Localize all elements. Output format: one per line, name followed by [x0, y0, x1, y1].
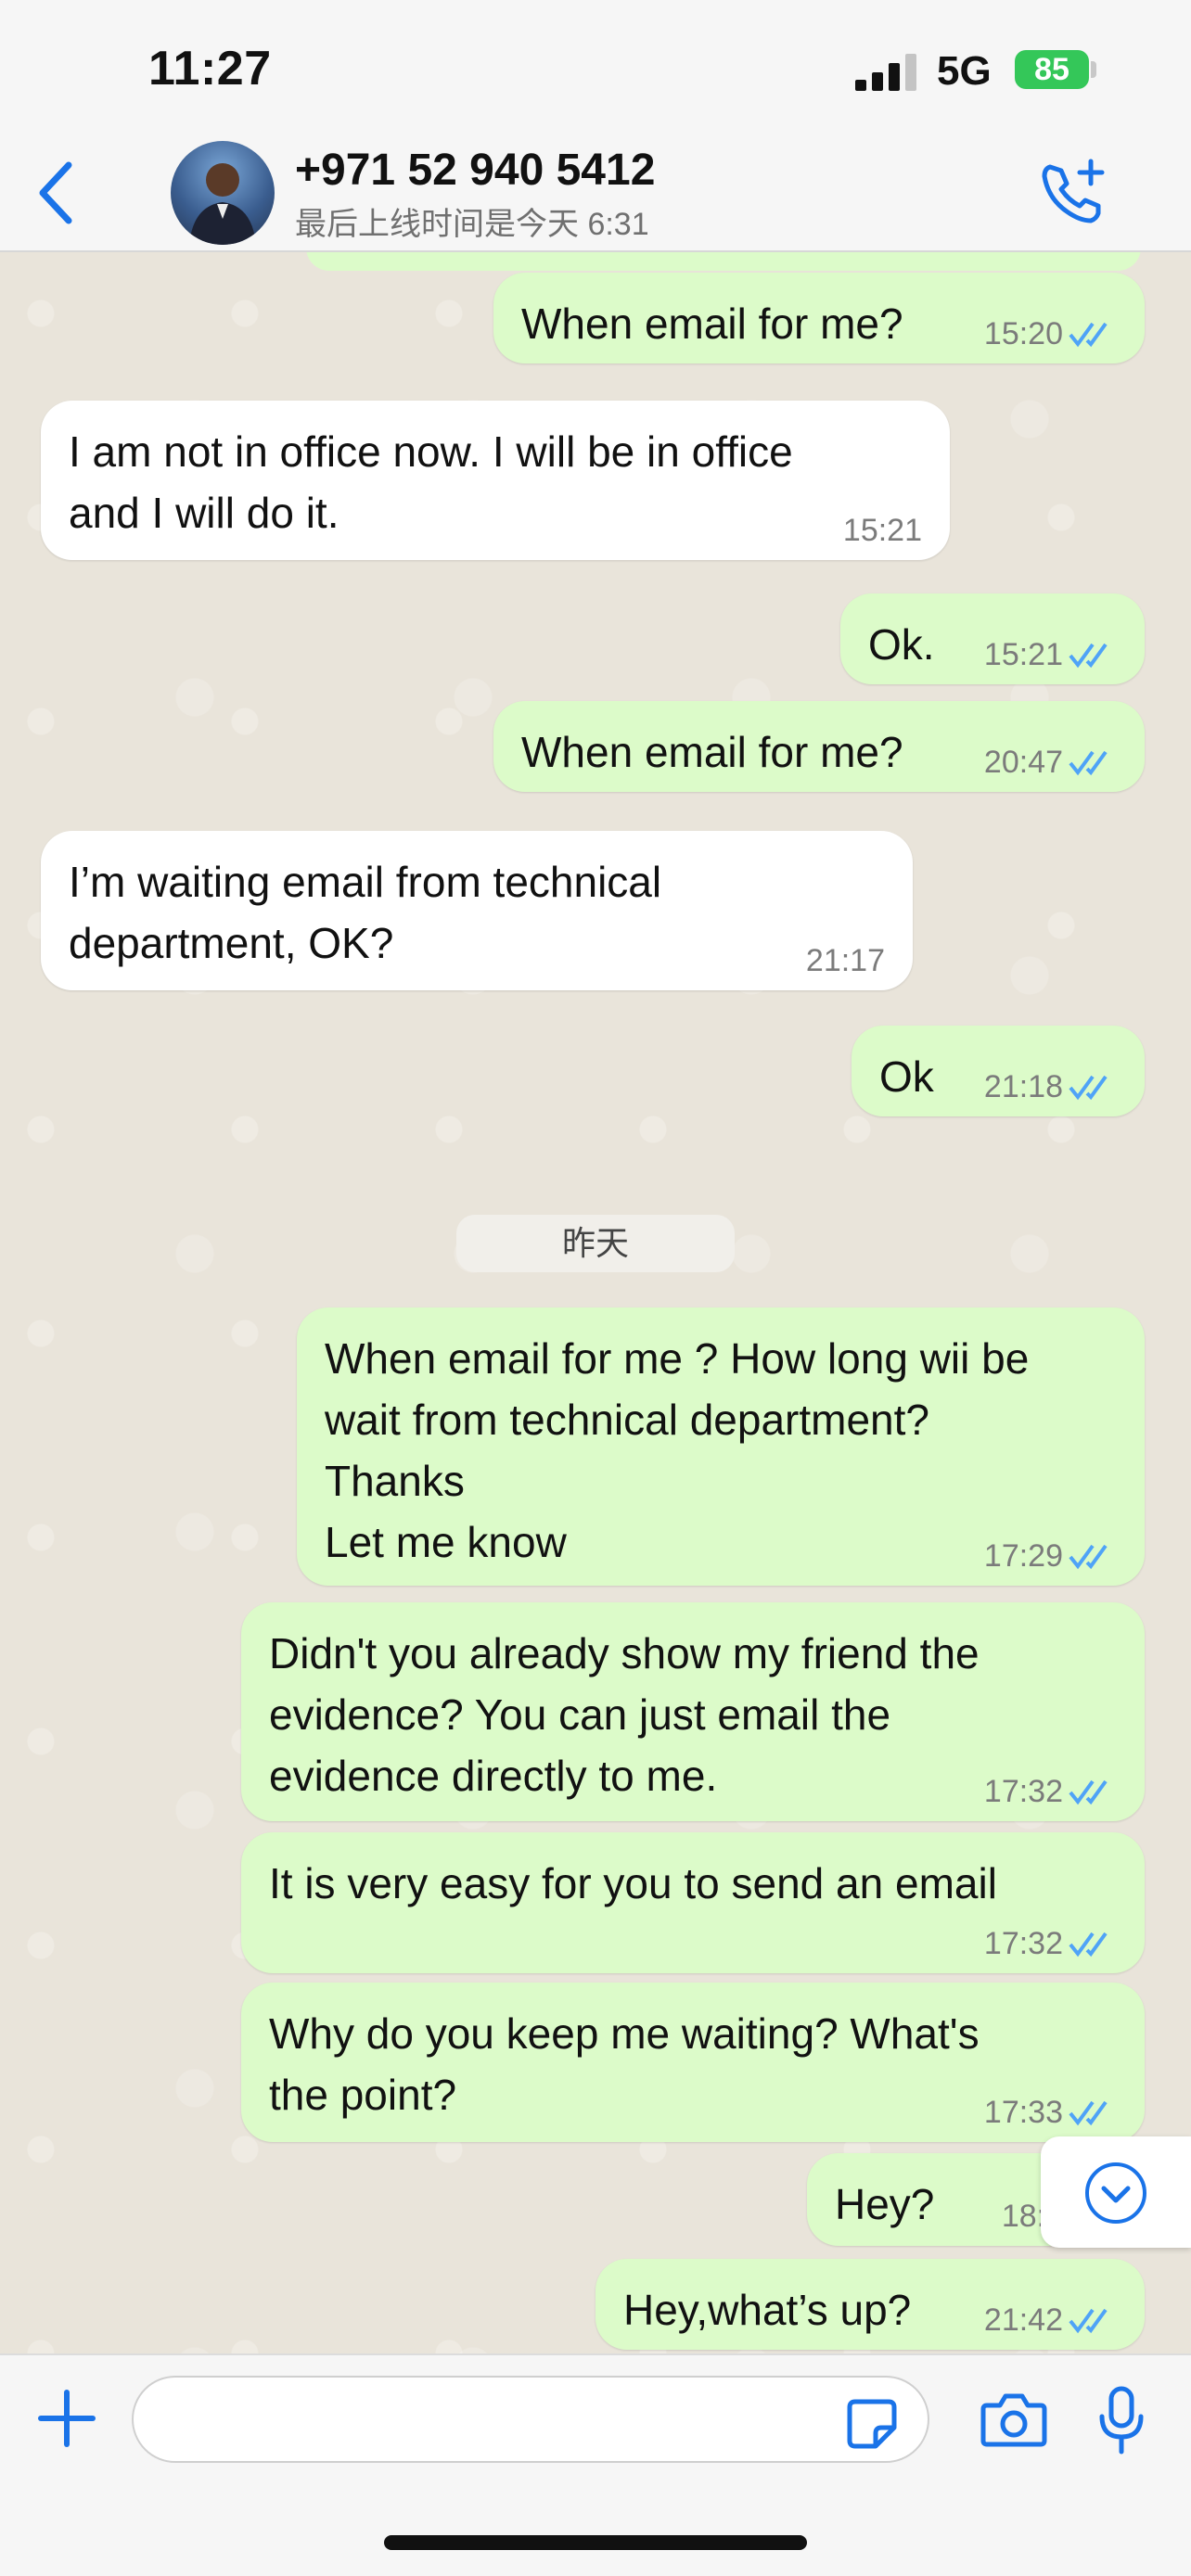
message-meta: 15:20 — [984, 315, 1117, 352]
previous-message-edge — [306, 252, 1141, 271]
message-time: 17:29 — [983, 1538, 1063, 1574]
last-seen-status: 最后上线时间是今天 6:31 — [295, 207, 649, 242]
plus-icon[interactable] — [37, 2389, 96, 2448]
message-text: Ok. — [868, 620, 935, 669]
message-text: Why do you keep me waiting? What's the p… — [269, 2009, 980, 2119]
message-time: 15:21 — [983, 637, 1063, 672]
message-meta: 15:21 — [984, 636, 1117, 673]
message-bubble-outgoing[interactable]: It is very easy for you to send an email… — [241, 1832, 1145, 1973]
message-bubble-outgoing[interactable]: Hey,what’s up? 21:42 — [596, 2259, 1145, 2350]
message-time: 15:21 — [842, 513, 922, 548]
camera-icon[interactable] — [980, 2391, 1048, 2450]
message-bubble-incoming[interactable]: I’m waiting email from technical departm… — [41, 831, 913, 990]
read-receipt-icon — [1069, 643, 1108, 669]
message-text: Hey? — [835, 2180, 935, 2228]
date-divider: 昨天 — [456, 1215, 735, 1272]
message-bubble-outgoing[interactable]: Ok 21:18 — [852, 1026, 1145, 1116]
signal-strength-icon — [855, 54, 916, 91]
message-meta: 17:29 — [984, 1537, 1117, 1575]
message-text: I am not in office now. I will be in off… — [69, 427, 793, 537]
message-bubble-incoming[interactable]: I am not in office now. I will be in off… — [41, 401, 950, 560]
message-text: When email for me? — [521, 300, 903, 348]
message-bubble-outgoing[interactable]: Ok. 15:21 — [840, 593, 1145, 684]
read-receipt-icon — [1069, 1932, 1108, 1958]
chevron-left-icon[interactable] — [32, 156, 78, 230]
read-receipt-icon — [1069, 1779, 1108, 1805]
message-time: 15:20 — [983, 316, 1063, 351]
read-receipt-icon — [1069, 2308, 1108, 2334]
message-bubble-outgoing[interactable]: When email for me? 15:20 — [493, 273, 1145, 363]
message-meta: 21:42 — [984, 2302, 1117, 2339]
read-receipt-icon — [1069, 2100, 1108, 2126]
network-type: 5G — [937, 48, 992, 94]
person-icon — [189, 163, 256, 245]
battery-icon: 85 — [1015, 50, 1089, 89]
message-meta: 21:18 — [984, 1068, 1117, 1105]
read-receipt-icon — [1069, 750, 1108, 776]
message-meta: 17:33 — [984, 2094, 1117, 2131]
message-bubble-outgoing[interactable]: When email for me? 20:47 — [493, 701, 1145, 792]
chat-header: +971 52 940 5412 最后上线时间是今天 6:31 — [0, 139, 1191, 252]
message-text: It is very easy for you to send an email — [269, 1859, 997, 1907]
read-receipt-icon — [1069, 1544, 1108, 1570]
message-time: 17:32 — [983, 1926, 1063, 1961]
message-meta: 17:32 — [984, 1773, 1117, 1810]
message-bubble-outgoing[interactable]: When email for me ? How long wii be wait… — [297, 1307, 1145, 1586]
status-bar: 11:27 5G 85 — [0, 0, 1191, 139]
read-receipt-icon — [1069, 322, 1108, 348]
message-time: 21:18 — [983, 1069, 1063, 1104]
message-time: 17:32 — [983, 1774, 1063, 1809]
message-bubble-outgoing[interactable]: Why do you keep me waiting? What's the p… — [241, 1983, 1145, 2142]
message-meta: 17:32 — [984, 1925, 1117, 1962]
contact-name[interactable]: +971 52 940 5412 — [295, 145, 655, 196]
scroll-to-bottom-button[interactable] — [1041, 2136, 1191, 2248]
message-time: 21:17 — [805, 943, 885, 978]
message-meta: 21:17 — [806, 942, 885, 979]
message-time: 21:42 — [983, 2302, 1063, 2338]
message-meta: 15:21 — [843, 512, 922, 549]
message-time: 20:47 — [983, 745, 1063, 780]
sticker-icon[interactable] — [844, 2396, 900, 2452]
microphone-icon[interactable] — [1098, 2385, 1145, 2455]
chat-area[interactable]: When email for me? 15:20 I am not in off… — [0, 252, 1191, 2353]
message-meta: 20:47 — [984, 744, 1117, 781]
message-text: When email for me? — [521, 728, 903, 776]
message-bubble-outgoing[interactable]: Didn't you already show my friend the ev… — [241, 1602, 1145, 1821]
phone-plus-icon[interactable] — [1037, 156, 1109, 228]
battery-tip — [1091, 61, 1096, 78]
message-text: When email for me ? How long wii be wait… — [325, 1334, 1030, 1566]
message-text: Didn't you already show my friend the ev… — [269, 1629, 980, 1800]
message-input[interactable] — [132, 2376, 929, 2463]
status-time: 11:27 — [148, 42, 272, 96]
message-text: Ok — [879, 1052, 934, 1101]
battery-level: 85 — [1034, 52, 1069, 87]
read-receipt-icon — [1069, 1075, 1108, 1101]
avatar[interactable] — [171, 141, 275, 245]
message-text: I’m waiting email from technical departm… — [69, 858, 662, 967]
message-text: Hey,what’s up? — [623, 2286, 912, 2334]
chevron-down-circle-icon — [1085, 2162, 1146, 2224]
message-time: 17:33 — [983, 2095, 1063, 2130]
home-indicator[interactable] — [384, 2535, 807, 2550]
